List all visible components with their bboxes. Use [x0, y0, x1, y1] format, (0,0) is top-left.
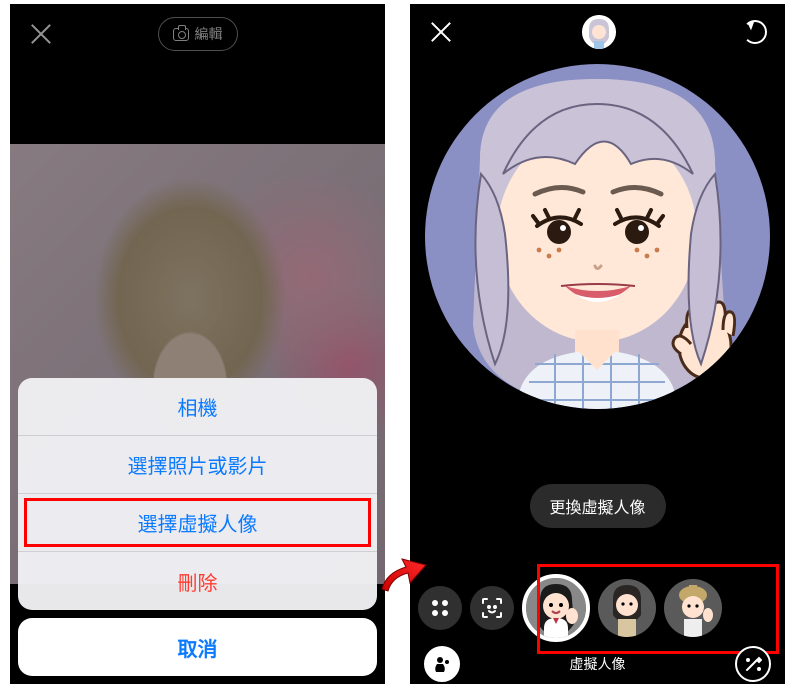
sheet-label: 刪除 [178, 567, 218, 596]
sheet-item-avatar[interactable]: 選擇虛擬人像 [18, 494, 377, 552]
sheet-item-camera[interactable]: 相機 [18, 378, 377, 436]
avatar-preview [425, 64, 770, 409]
action-sheet: 相機 選擇照片或影片 選擇虛擬人像 刪除 取消 [18, 378, 377, 676]
grid-icon[interactable] [418, 586, 462, 630]
face-scan-icon[interactable] [470, 586, 514, 630]
change-avatar-label: 更換虛擬人像 [549, 500, 645, 517]
avatar-option-2[interactable] [598, 579, 656, 637]
change-avatar-button[interactable]: 更換虛擬人像 [529, 484, 665, 528]
avatar-tray [410, 568, 785, 648]
sheet-label: 選擇虛擬人像 [138, 508, 258, 537]
close-icon[interactable] [428, 19, 454, 45]
magic-icon[interactable] [735, 646, 771, 682]
right-screenshot: 更換虛擬人像 [410, 4, 785, 684]
sheet-label: 相機 [178, 392, 218, 421]
cancel-label: 取消 [178, 633, 218, 662]
sheet-item-photo-video[interactable]: 選擇照片或影片 [18, 436, 377, 494]
left-screenshot: 編輯 相機 選擇照片或影片 選擇虛擬人像 刪除 [10, 4, 385, 684]
pose-icon[interactable] [424, 646, 460, 682]
avatar-option-1[interactable] [522, 574, 590, 642]
sheet-label: 選擇照片或影片 [128, 450, 268, 479]
action-sheet-card: 相機 選擇照片或影片 選擇虛擬人像 刪除 [18, 378, 377, 610]
cancel-button[interactable]: 取消 [18, 618, 377, 676]
right-header [410, 4, 785, 60]
refresh-icon[interactable] [743, 20, 767, 44]
bottom-label: 虛擬人像 [570, 654, 626, 674]
sheet-item-delete[interactable]: 刪除 [18, 552, 377, 610]
current-avatar-thumb[interactable] [582, 15, 616, 49]
bottom-bar: 虛擬人像 [410, 644, 785, 684]
avatar-option-3[interactable] [664, 579, 722, 637]
